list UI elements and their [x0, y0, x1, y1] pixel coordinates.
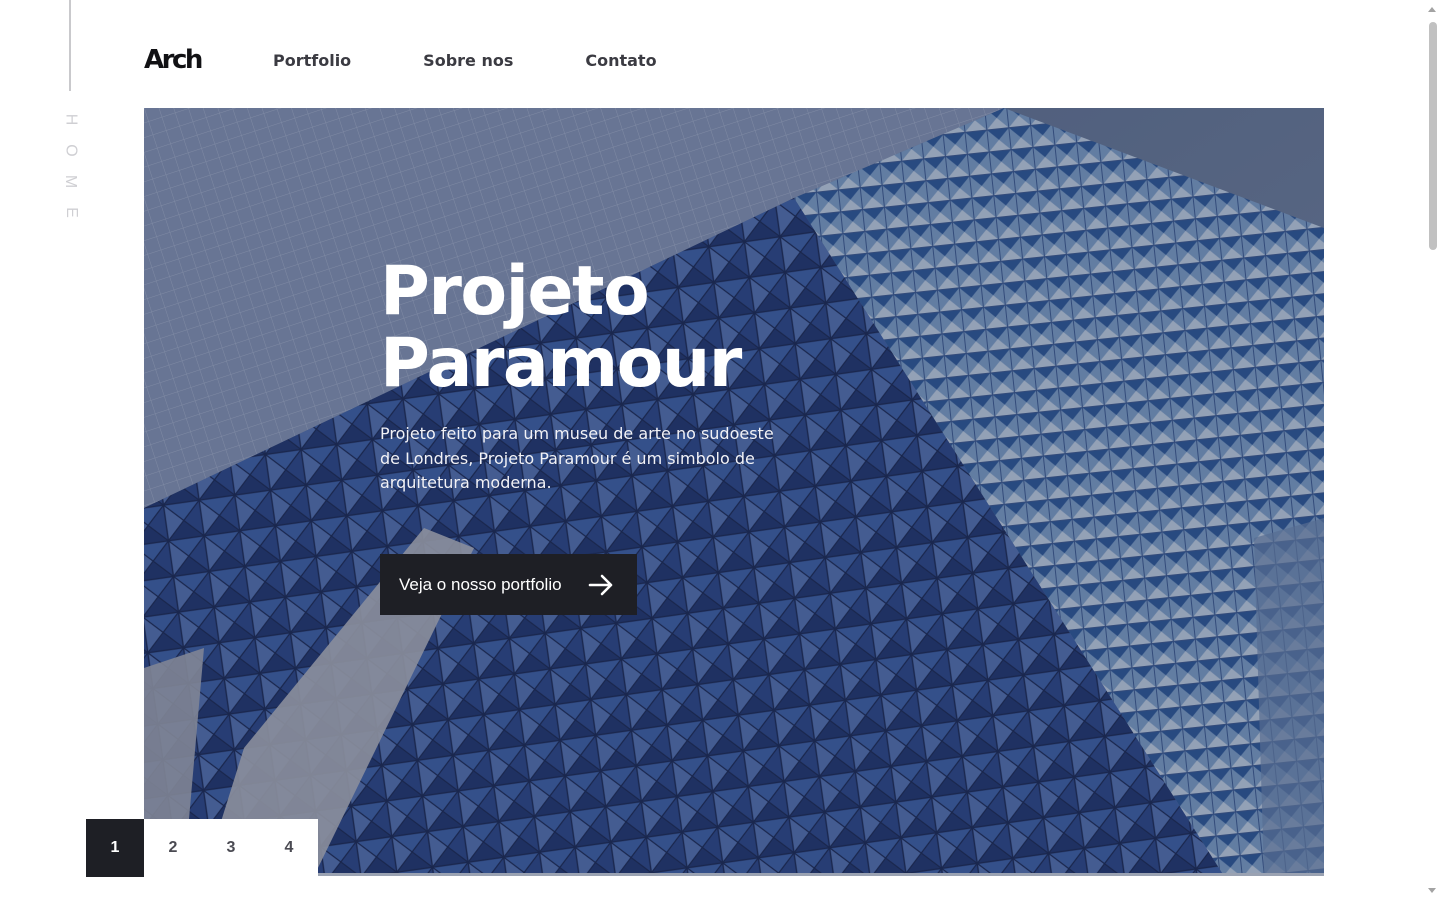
arrow-right-icon: [588, 574, 613, 596]
hero-bottom-border: [144, 873, 1324, 876]
portfolio-cta-button[interactable]: Veja o nosso portfolio: [380, 554, 637, 615]
scroll-down-arrow-icon[interactable]: [1428, 888, 1436, 893]
hero-banner: Projeto Paramour Projeto feito para um m…: [144, 108, 1324, 876]
section-label-letter: M: [62, 174, 80, 189]
section-label-letter: H: [62, 113, 80, 126]
pager-item-3[interactable]: 3: [202, 819, 260, 877]
scroll-up-arrow-icon[interactable]: [1428, 7, 1436, 12]
portfolio-cta-label: Veja o nosso portfolio: [399, 574, 562, 594]
nav-link-contato[interactable]: Contato: [585, 51, 656, 70]
hero-title-line-1: Projeto: [380, 252, 650, 331]
nav-link-portfolio[interactable]: Portfolio: [273, 51, 351, 70]
nav-link-sobre-nos[interactable]: Sobre nos: [423, 51, 513, 70]
hero-description: Projeto feito para um museu de arte no s…: [380, 424, 774, 492]
hero-title: Projeto Paramour: [380, 256, 800, 400]
logo[interactable]: Arch: [144, 45, 273, 75]
page-scrollbar[interactable]: [1425, 0, 1440, 900]
site-header: Arch Portfolio Sobre nos Contato: [144, 40, 729, 80]
scrollbar-thumb[interactable]: [1429, 22, 1437, 250]
slide-pager: 1 2 3 4: [86, 819, 318, 877]
pager-item-4[interactable]: 4: [260, 819, 318, 877]
rail-divider-line: [69, 0, 71, 91]
hero-title-line-2: Paramour: [380, 324, 742, 403]
section-label-home: H O M E: [60, 104, 82, 228]
pager-item-1[interactable]: 1: [86, 819, 144, 877]
section-label-letter: E: [62, 207, 80, 218]
main-nav: Portfolio Sobre nos Contato: [273, 51, 729, 70]
pager-item-2[interactable]: 2: [144, 819, 202, 877]
hero-content: Projeto Paramour Projeto feito para um m…: [380, 256, 800, 512]
section-label-letter: O: [62, 144, 80, 157]
